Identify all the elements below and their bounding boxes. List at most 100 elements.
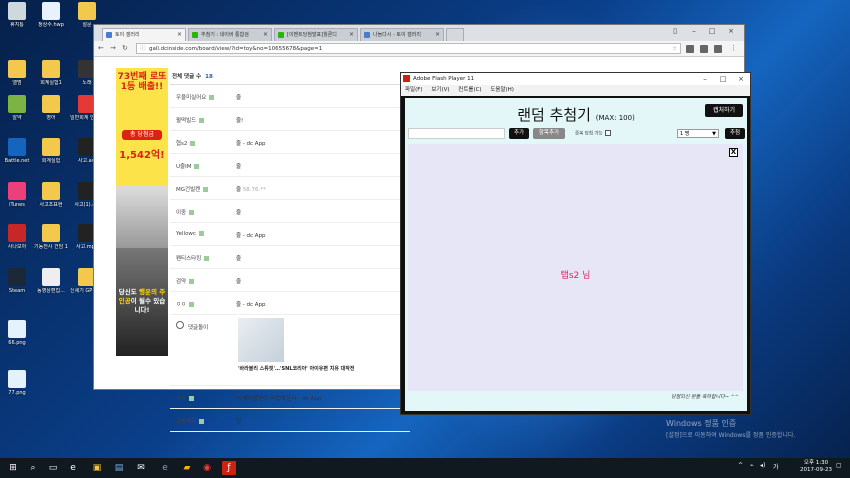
menu-icon[interactable]: ⋮ [730,44,737,52]
add-button[interactable]: 추가 [509,128,529,139]
forward-icon[interactable]: → [110,44,116,52]
comment-nick[interactable]: Yellowc [176,231,204,237]
minimize-icon[interactable]: – [687,27,701,35]
desktop-icon-image [8,320,26,338]
comment-text: 컷 [236,419,242,425]
extension-icon[interactable] [686,45,694,53]
language-indicator[interactable]: 가 [773,462,779,471]
bookmark-star-icon[interactable]: ☆ [672,44,677,54]
task-view-icon[interactable]: ▭ [46,461,60,475]
capture-button[interactable]: 캡처하기 [705,104,743,117]
duplicate-checkbox[interactable]: 중복 당첨 가능 [575,130,611,137]
close-tab-icon[interactable]: × [263,29,268,41]
news-thumbnail[interactable] [238,318,284,362]
desktop-icon[interactable]: 사나모아 [0,224,34,250]
desktop-icon-image [8,138,26,156]
comment-nick[interactable]: 댓글돌이 [188,323,208,331]
add-item-button[interactable]: 항목추가 [533,128,565,139]
desktop-icon[interactable]: 66.png [0,320,34,346]
maximize-icon[interactable]: □ [716,73,730,85]
user-badge-icon [203,187,209,192]
desktop-icon[interactable]: 정상수.hwp [34,2,68,28]
desktop-icon-label: 기동전사 건담 1... [34,244,68,250]
extension-icon[interactable] [700,45,708,53]
comment-nick[interactable]: 크랑파워 [176,417,205,425]
desktop-icon[interactable]: 알약 [0,95,34,121]
signature: 당첨되신 분들 축하합니다~ ^^ [671,394,739,400]
user-icon[interactable]: ▯ [668,27,682,35]
desktop-icon[interactable]: 동영상편집... [34,268,68,294]
desktop-icon-image [42,182,60,200]
internet-explorer-icon[interactable]: e [158,461,172,475]
tab-event-winners[interactable]: [이벤트당첨발표]월론디 × [274,28,358,41]
comment-nick[interactable]: ㅇㅇ [176,394,195,402]
start-windows-icon[interactable]: ⊞ [6,461,20,475]
desktop-icon[interactable]: 앨범 [0,60,34,86]
count-select[interactable]: 1 명 ▼ [677,129,719,138]
close-window-icon[interactable]: × [724,27,738,35]
new-tab-button[interactable] [446,28,464,41]
flash-player-window[interactable]: Adobe Flash Player 11 – □ × 파일(F) 보기(V) … [400,72,751,415]
comment-nick[interactable]: 검약 [176,277,195,285]
clock[interactable]: 오후 1:30 2017-09-23 [800,460,832,474]
edge-icon[interactable]: e [66,461,80,475]
close-tab-icon[interactable]: × [435,29,440,41]
close-tab-icon[interactable]: × [349,29,354,41]
menu-help[interactable]: 도움말(H) [490,87,514,93]
volume-icon[interactable]: ◂) [760,462,765,469]
comment-nick[interactable]: 협s2 [176,139,196,147]
tab-naver-search[interactable]: 추첨기 : 네이버 통합검 × [188,28,272,41]
desktop-icon[interactable]: 사고조표현 [34,182,68,208]
item-input[interactable] [408,128,505,139]
folder-icon[interactable]: ▰ [180,461,194,475]
desktop-icon[interactable]: 영어 [34,95,68,121]
back-icon[interactable]: ← [98,44,104,52]
comment-nick[interactable]: ㅇㅇ [176,300,195,308]
desktop-icon[interactable]: 기동전사 건담 1... [34,224,68,250]
search-icon[interactable]: ⌕ [26,461,40,475]
url-field[interactable]: ⓘ gall.dcinside.com/board/view/?id=toy&n… [136,43,681,54]
close-icon[interactable]: X [729,148,738,157]
comment-row: 펜티스타킹 줄 [170,246,410,269]
desktop-icon-label: iTunes [9,202,25,208]
store-icon[interactable]: ▣ [90,461,104,475]
tab-sharing-toy[interactable]: 나눔다시 - 토이 갤러리 × [360,28,444,41]
media-icon[interactable]: ▤ [112,461,126,475]
menu-control[interactable]: 컨트롤(C) [458,87,481,93]
desktop-icon[interactable]: iTunes [0,182,34,208]
comment-nick[interactable]: MG건빌켄 [176,185,209,193]
reload-icon[interactable]: ↻ [122,44,128,52]
notification-icon[interactable]: ▢ [836,462,842,469]
desktop-icon[interactable]: Steam [0,268,34,294]
close-tab-icon[interactable]: × [177,29,182,41]
tray-overflow-icon[interactable]: ^ [738,462,743,469]
menu-file[interactable]: 파일(F) [405,87,423,93]
comment-nick[interactable]: 펜티스타킹 [176,254,210,262]
flash-taskbar-icon[interactable]: ƒ [222,461,236,475]
chrome-icon[interactable]: ◉ [200,461,214,475]
news-caption[interactable]: '바라볼리 스튜핏'…'SNL코리아' 아이유편 치유 대작전 [238,365,354,372]
extension-icon[interactable] [714,45,722,53]
menu-view[interactable]: 보기(V) [431,87,449,93]
minimize-icon[interactable]: – [698,73,712,85]
comment-nick[interactable]: U줄IM [176,162,200,170]
lotto-ad-banner[interactable]: 73번째 로또 1등 배출!! 총 당첨금 1,542억! 당신도 행운의 주인… [116,68,168,356]
desktop-icon[interactable]: 휴지통 [0,2,34,28]
comment-nick[interactable]: 이중 [176,208,195,216]
comment-nick[interactable]: 우울미실어요 [176,93,215,101]
desktop-icon[interactable]: 회계실험 [34,138,68,164]
network-icon[interactable]: ⌁ [750,462,754,469]
comment-text: 줄 58.76.** [236,187,266,193]
comment-nick[interactable]: 펄떡빌드 [176,116,205,124]
draw-button[interactable]: 추첨 [725,128,745,139]
checkbox-box[interactable] [604,130,611,136]
mail-icon[interactable]: ✉ [134,461,148,475]
close-window-icon[interactable]: × [734,73,748,85]
desktop-icon-image [8,2,26,20]
desktop-icon[interactable]: 77.png [0,370,34,396]
desktop-icon[interactable]: 회계실험1 [34,60,68,86]
desktop-icon-label: 앨범 [12,80,22,86]
desktop-icon[interactable]: Battle.net [0,138,34,164]
tab-toy-gallery[interactable]: 토이 갤러리 × [102,28,186,41]
maximize-icon[interactable]: □ [705,27,719,35]
